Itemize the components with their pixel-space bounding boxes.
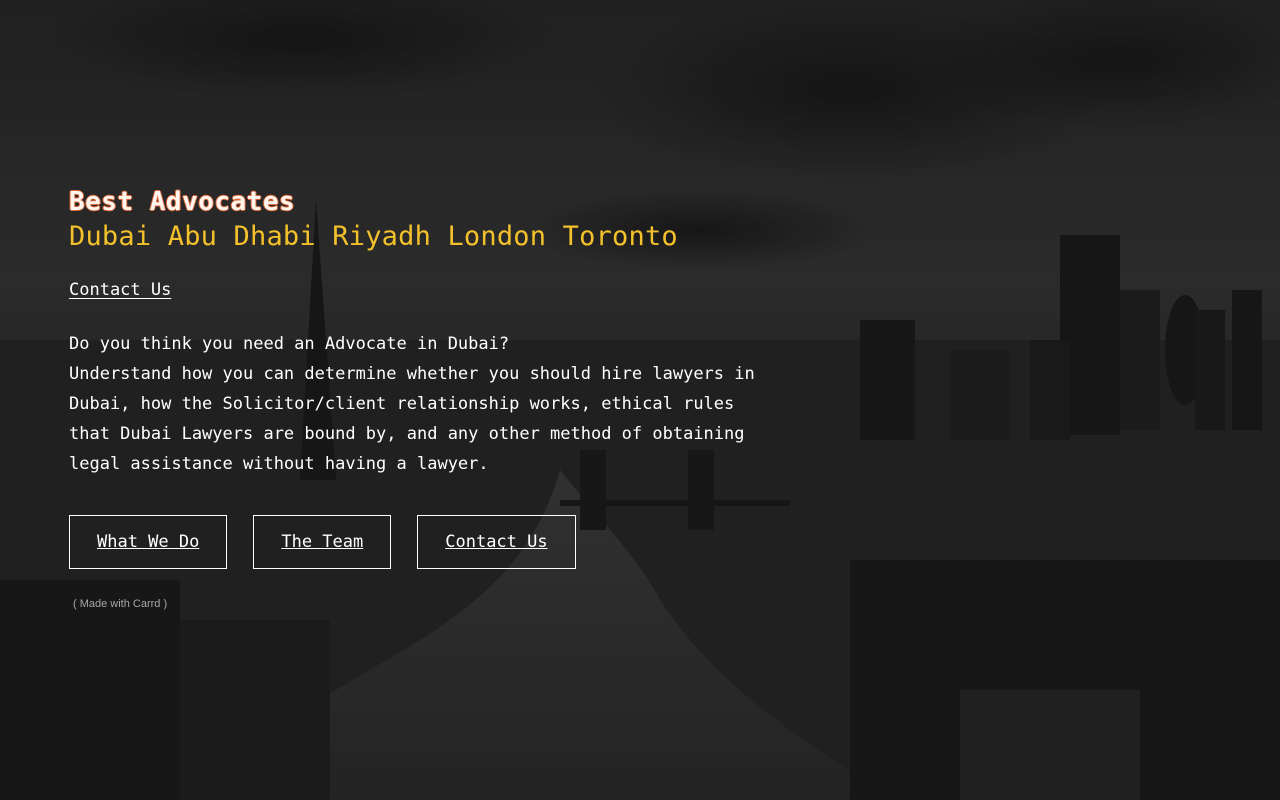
made-with-carrd-credit[interactable]: ( Made with Carrd )	[73, 598, 769, 610]
description: Do you think you need an Advocate in Dub…	[69, 329, 759, 479]
contact-us-link[interactable]: Contact Us	[69, 280, 171, 300]
page-subtitle: Dubai Abu Dhabi Riyadh London Toronto	[69, 221, 678, 252]
description-question: Do you think you need an Advocate in Dub…	[69, 334, 510, 354]
what-we-do-button[interactable]: What We Do	[69, 515, 228, 569]
description-body: Understand how you can determine whether…	[69, 364, 755, 474]
button-group: What We Do The Team Contact Us	[69, 515, 769, 569]
the-team-button[interactable]: The Team	[253, 515, 392, 569]
hero-content: Best Advocates Dubai Abu Dhabi Riyadh Lo…	[69, 186, 769, 610]
page-title: Best Advocates	[69, 187, 296, 217]
contact-us-button[interactable]: Contact Us	[417, 515, 576, 569]
